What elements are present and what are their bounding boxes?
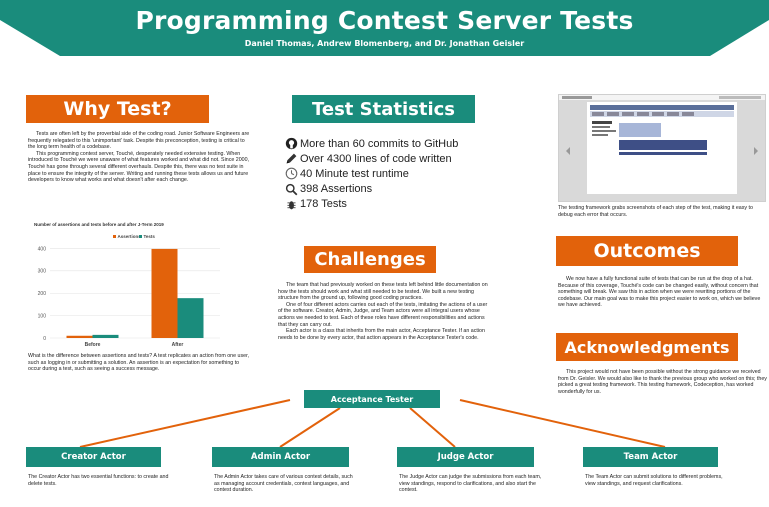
outcomes-paragraph: We now have a fully functional suite of … [558,276,761,309]
challenges-heading: Challenges [314,249,426,270]
clock-icon [285,168,298,180]
actor-name: Team Actor [623,452,678,462]
challenges-paragraph: One of four different actors carries out… [278,301,488,328]
outcomes-heading: Outcomes [593,240,701,262]
pencil-icon [286,153,297,164]
chart-y-tick-label: 200 [38,291,47,297]
stat-text: Over 4300 lines of code written [300,152,452,165]
why-test-paragraph: This programming contest server, Touché,… [28,150,250,184]
screenshot-caption: The testing framework grabs screenshots … [558,205,753,218]
chart-canvas: 0 100 200 300 400 Assertions Tests Before After [38,234,220,348]
why-test-heading: Why Test? [63,98,172,120]
judge-actor-box: Judge Actor [397,447,534,467]
test-statistics-heading: Test Statistics [311,98,456,120]
stat-text: 398 Assertions [300,183,373,196]
acknowledgments-header: Acknowledgments [556,333,738,361]
magnifier-icon [285,183,298,196]
bug-icon [287,201,296,210]
challenges-body: The team that had previously worked on t… [278,282,490,341]
stat-item: More than 60 commits to GitHub [285,136,485,151]
test-statistics-list: More than 60 commits to GitHub Over 4300… [285,136,485,212]
chart-y-tick-label: 100 [38,313,47,319]
stat-item: 178 Tests [285,197,485,212]
why-test-header: Why Test? [26,95,209,123]
chart-caption: What is the difference between assertion… [28,353,250,373]
team-actor-box: Team Actor [583,447,718,467]
chart-legend-swatch [113,235,116,238]
why-test-body: Tests are often left by the proverbial s… [28,131,253,184]
actor-name: Admin Actor [250,452,311,462]
chart-y-tick-label: 0 [43,336,46,342]
challenges-paragraph: Each actor is a class that inherits from… [278,328,485,341]
judge-actor-description: The Judge Actor can judge the submission… [399,474,542,494]
stat-text: More than 60 commits to GitHub [300,137,459,150]
acknowledgments-paragraph: This project would not have been possibl… [558,369,767,395]
team-actor-description: The Team Actor can submit solutions to d… [585,474,723,487]
outcomes-body: We now have a fully functional suite of … [558,276,768,309]
challenges-header: Challenges [304,246,436,273]
chart-y-tick-label: 300 [38,269,47,275]
chart-legend-label: Assertions [118,234,142,239]
acceptance-tester-box: Acceptance Tester [304,390,440,408]
chart-y-tick-label: 400 [38,246,47,252]
actor-name: Creator Actor [61,452,126,462]
stat-item: Over 4300 lines of code written [285,151,485,166]
actor-name: Judge Actor [437,452,494,462]
acknowledgments-body: This project would not have been possibl… [558,369,768,395]
why-test-paragraph: Tests are often left by the proverbial s… [28,131,250,151]
github-icon [285,137,298,150]
chart-legend-swatch [139,235,142,238]
stat-item: 40 Minute test runtime [285,166,485,181]
chart-bar [92,334,119,338]
chart-bar [177,298,204,338]
stat-text: 40 Minute test runtime [300,167,409,180]
creator-actor-box: Creator Actor [26,447,161,467]
stat-text: 178 Tests [300,198,347,211]
test-statistics-header: Test Statistics [292,95,475,123]
chart-legend-label: Tests [144,234,156,239]
test-screenshot-image [558,94,766,202]
assertions-tests-chart: Number of assertions and tests before an… [28,220,228,348]
admin-actor-box: Admin Actor [212,447,349,467]
admin-actor-description: The Admin Actor takes care of various co… [214,474,353,494]
chart-x-tick-label: Before [85,342,101,348]
chart-bar [66,335,93,338]
chart-bar [151,248,178,338]
stat-item: 398 Assertions [285,182,485,197]
creator-actor-description: The Creator Actor has two essential func… [28,474,169,487]
acceptance-tester-label: Acceptance Tester [330,394,414,404]
challenges-paragraph: The team that had previously worked on t… [278,282,488,302]
outcomes-header: Outcomes [556,236,738,266]
acknowledgments-heading: Acknowledgments [564,337,730,357]
chart-x-tick-label: After [172,342,184,348]
